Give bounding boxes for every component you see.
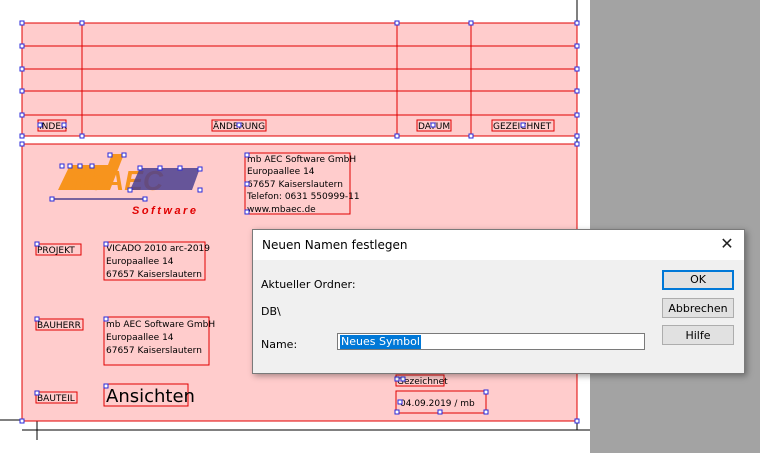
folder-label: Aktueller Ordner: <box>261 278 356 291</box>
bauherr-line: 67657 Kaiserslautern <box>106 346 202 356</box>
ok-button[interactable]: OK <box>662 270 734 290</box>
gezeichnet-value: 04.09.2019 / mb <box>400 399 475 409</box>
grip-handle[interactable] <box>520 122 526 128</box>
projekt-line: Europaallee 14 <box>106 257 174 267</box>
grip-handle[interactable] <box>107 152 113 158</box>
close-icon[interactable]: ✕ <box>718 235 736 253</box>
bauherr-label: BAUHERR <box>37 321 81 331</box>
grip-handle[interactable] <box>19 20 25 26</box>
grip-handle[interactable] <box>236 122 242 128</box>
grip-handle[interactable] <box>121 152 127 158</box>
grip-handle[interactable] <box>244 209 250 215</box>
rename-dialog[interactable]: Neuen Namen festlegen ✕ Aktueller Ordner… <box>252 229 745 374</box>
grip-handle[interactable] <box>400 376 406 382</box>
grip-handle[interactable] <box>34 241 40 247</box>
grip-handle[interactable] <box>574 43 580 49</box>
logo-tagline: Software <box>132 205 198 217</box>
grip-handle[interactable] <box>574 418 580 424</box>
grip-handle[interactable] <box>574 112 580 118</box>
grip-handle[interactable] <box>61 122 67 128</box>
grip-handle[interactable] <box>34 316 40 322</box>
grip-handle[interactable] <box>197 187 203 193</box>
grip-handle[interactable] <box>19 418 25 424</box>
grip-handle[interactable] <box>49 196 55 202</box>
grip-handle[interactable] <box>468 133 474 139</box>
grip-handle[interactable] <box>574 133 580 139</box>
grip-handle[interactable] <box>483 389 489 395</box>
grip-handle[interactable] <box>574 88 580 94</box>
grip-handle[interactable] <box>19 88 25 94</box>
grip-handle[interactable] <box>397 399 403 405</box>
bauherr-line: mb AEC Software GmbH <box>106 320 215 330</box>
grip-handle[interactable] <box>19 141 25 147</box>
grip-handle[interactable] <box>19 133 25 139</box>
address-line: www.mbaec.de <box>247 205 316 215</box>
cancel-button[interactable]: Abbrechen <box>662 298 734 318</box>
grip-handle[interactable] <box>430 122 436 128</box>
grip-handle[interactable] <box>77 163 83 169</box>
grip-handle[interactable] <box>244 152 250 158</box>
grip-handle[interactable] <box>394 20 400 26</box>
bauteil-value: Ansichten <box>106 386 195 407</box>
projekt-line: 67657 Kaiserslautern <box>106 270 202 280</box>
grip-handle[interactable] <box>177 165 183 171</box>
grip-handle[interactable] <box>67 163 73 169</box>
projekt-label: PROJEKT <box>37 246 75 256</box>
grip-handle[interactable] <box>394 133 400 139</box>
grip-handle[interactable] <box>34 390 40 396</box>
grip-handle[interactable] <box>79 133 85 139</box>
grip-handle[interactable] <box>197 166 203 172</box>
grip-handle[interactable] <box>574 66 580 72</box>
grip-handle[interactable] <box>574 141 580 147</box>
grip-handle[interactable] <box>142 196 148 202</box>
grip-handle[interactable] <box>394 409 400 415</box>
address-line: Europaallee 14 <box>247 167 315 177</box>
dialog-titlebar[interactable]: Neuen Namen festlegen ✕ <box>253 230 744 260</box>
name-label: Name: <box>261 338 298 351</box>
grip-handle[interactable] <box>19 66 25 72</box>
name-input-value: Neues Symbol <box>340 335 421 349</box>
bauteil-label: BAUTEIL <box>37 394 75 404</box>
grip-handle[interactable] <box>19 43 25 49</box>
grip-handle[interactable] <box>79 20 85 26</box>
grip-handle[interactable] <box>137 165 143 171</box>
grip-handle[interactable] <box>103 241 109 247</box>
grip-handle[interactable] <box>394 376 400 382</box>
grip-handle[interactable] <box>437 409 443 415</box>
dialog-title: Neuen Namen festlegen <box>262 238 408 252</box>
grip-handle[interactable] <box>157 165 163 171</box>
grip-handle[interactable] <box>244 181 250 187</box>
address-line: mb AEC Software GmbH <box>247 155 356 165</box>
logo-purple-shape <box>130 168 200 190</box>
help-button[interactable]: Hilfe <box>662 325 734 345</box>
bauherr-line: Europaallee 14 <box>106 333 174 343</box>
grip-handle[interactable] <box>103 316 109 322</box>
grip-handle[interactable] <box>19 112 25 118</box>
grip-handle[interactable] <box>468 20 474 26</box>
grip-handle[interactable] <box>483 409 489 415</box>
projekt-line: VICADO 2010 arc-2019 <box>106 244 210 254</box>
grip-handle[interactable] <box>127 187 133 193</box>
name-input[interactable]: Neues Symbol <box>337 333 645 350</box>
address-line: Telefon: 0631 550999-11 <box>246 192 360 202</box>
title-block-plan[interactable]: INDEX ÄNDERUNG DATUM GEZEICHNET mbAEC So… <box>0 0 590 453</box>
grip-handle[interactable] <box>574 20 580 26</box>
address-line: 67657 Kaiserslautern <box>247 180 343 190</box>
grip-handle[interactable] <box>89 163 95 169</box>
grip-handle[interactable] <box>37 122 43 128</box>
folder-value: DB\ <box>261 305 281 318</box>
workspace-background <box>590 0 760 453</box>
grip-handle[interactable] <box>59 163 65 169</box>
revision-table[interactable] <box>21 22 578 137</box>
grip-handle[interactable] <box>103 383 109 389</box>
